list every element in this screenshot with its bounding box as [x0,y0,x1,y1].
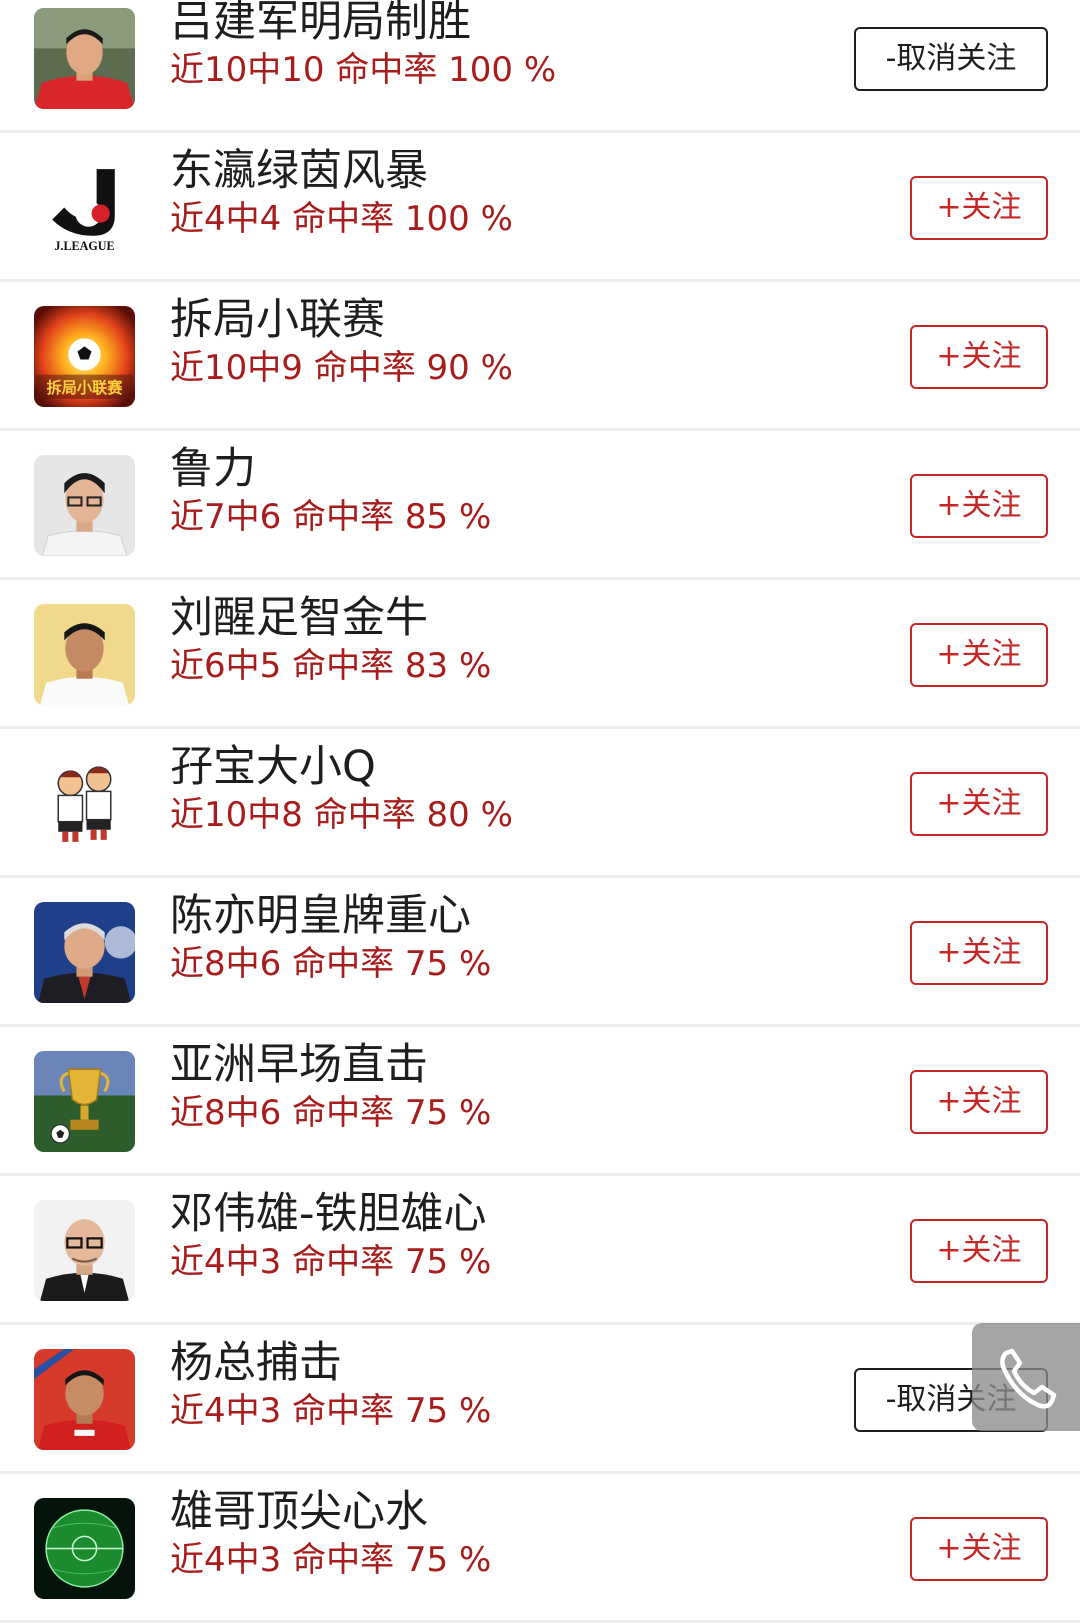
expert-name: 刘醒足智金牛 [170,593,428,643]
portrait-icon [34,902,135,1003]
hit-rate-text: 近10中8 命中率 80 % [170,795,513,835]
follow-button[interactable]: +关注 [910,474,1048,538]
phone-icon [1000,1348,1057,1409]
avatar[interactable] [34,1200,135,1301]
unfollow-button[interactable]: -取消关注 [854,27,1048,91]
list-item[interactable]: J.LEAGUE 东瀛绿茵风暴 近4中4 命中率 100 % +关注 [0,133,1080,282]
expert-name: 雄哥顶尖心水 [170,1487,428,1537]
expert-name: 吕建军明局制胜 [170,0,471,47]
follow-button[interactable]: +关注 [910,176,1048,240]
avatar[interactable] [34,1051,135,1152]
avatar[interactable] [34,455,135,556]
avatar[interactable] [34,1349,135,1450]
avatar[interactable]: 拆局小联赛 [34,306,135,407]
follow-button[interactable]: +关注 [910,1219,1048,1283]
follow-button[interactable]: +关注 [910,325,1048,389]
expert-name: 孖宝大小Q [170,742,376,792]
hit-rate-text: 近4中4 命中率 100 % [170,199,513,239]
hit-rate-text: 近10中9 命中率 90 % [170,348,513,388]
avatar[interactable] [34,753,135,854]
expert-name: 杨总捕击 [170,1338,342,1388]
list-item[interactable]: 亚洲早场直击 近8中6 命中率 75 % +关注 [0,1027,1080,1176]
hit-rate-text: 近8中6 命中率 75 % [170,1093,492,1133]
svg-text:拆局小联赛: 拆局小联赛 [47,379,124,397]
list-item[interactable]: 刘醒足智金牛 近6中5 命中率 83 % +关注 [0,580,1080,729]
avatar[interactable] [34,902,135,1003]
follow-button[interactable]: +关注 [910,772,1048,836]
portrait-icon [34,455,135,556]
follow-button[interactable]: +关注 [910,1517,1048,1581]
hit-rate-text: 近4中3 命中率 75 % [170,1391,492,1431]
list-item[interactable]: 邓伟雄-铁胆雄心 近4中3 命中率 75 % +关注 [0,1176,1080,1325]
avatar[interactable] [34,1498,135,1599]
hit-rate-text: 近6中5 命中率 83 % [170,646,492,686]
fire-soccer-ball-icon: 拆局小联赛 [34,306,135,407]
expert-name: 亚洲早场直击 [170,1040,428,1090]
list-item[interactable]: 拆局小联赛 拆局小联赛 近10中9 命中率 90 % +关注 [0,282,1080,431]
hit-rate-text: 近4中3 命中率 75 % [170,1540,492,1580]
list-item[interactable]: 吕建军明局制胜 近10中10 命中率 100 % -取消关注 [0,0,1080,133]
trophy-icon [34,1051,135,1152]
svg-text:J.LEAGUE: J.LEAGUE [54,239,114,253]
expert-name: 鲁力 [170,444,256,494]
jleague-logo-icon: J.LEAGUE [34,157,135,258]
follow-button[interactable]: +关注 [910,623,1048,687]
list-item[interactable]: 孖宝大小Q 近10中8 命中率 80 % +关注 [0,729,1080,878]
portrait-icon [34,604,135,705]
expert-name: 东瀛绿茵风暴 [170,146,428,196]
list-item[interactable]: 雄哥顶尖心水 近4中3 命中率 75 % +关注 [0,1474,1080,1623]
avatar[interactable] [34,604,135,705]
portrait-icon [34,1200,135,1301]
hit-rate-text: 近7中6 命中率 85 % [170,497,492,537]
portrait-icon [34,8,135,109]
follow-button[interactable]: +关注 [910,921,1048,985]
portrait-icon [34,1349,135,1450]
list-item[interactable]: 鲁力 近7中6 命中率 85 % +关注 [0,431,1080,580]
expert-name: 拆局小联赛 [170,295,385,345]
follow-button[interactable]: +关注 [910,1070,1048,1134]
avatar[interactable]: J.LEAGUE [34,157,135,258]
floating-call-button[interactable] [972,1323,1080,1431]
hit-rate-text: 近4中3 命中率 75 % [170,1242,492,1282]
avatar[interactable] [34,8,135,109]
list-item[interactable]: 陈亦明皇牌重心 近8中6 命中率 75 % +关注 [0,878,1080,1027]
list-item[interactable]: 杨总捕击 近4中3 命中率 75 % -取消关注 [0,1325,1080,1474]
expert-name: 邓伟雄-铁胆雄心 [170,1189,487,1239]
hit-rate-text: 近8中6 命中率 75 % [170,944,492,984]
green-globe-icon [34,1498,135,1599]
expert-name: 陈亦明皇牌重心 [170,891,471,941]
cartoon-mascots-icon [34,753,135,854]
hit-rate-text: 近10中10 命中率 100 % [170,50,557,90]
